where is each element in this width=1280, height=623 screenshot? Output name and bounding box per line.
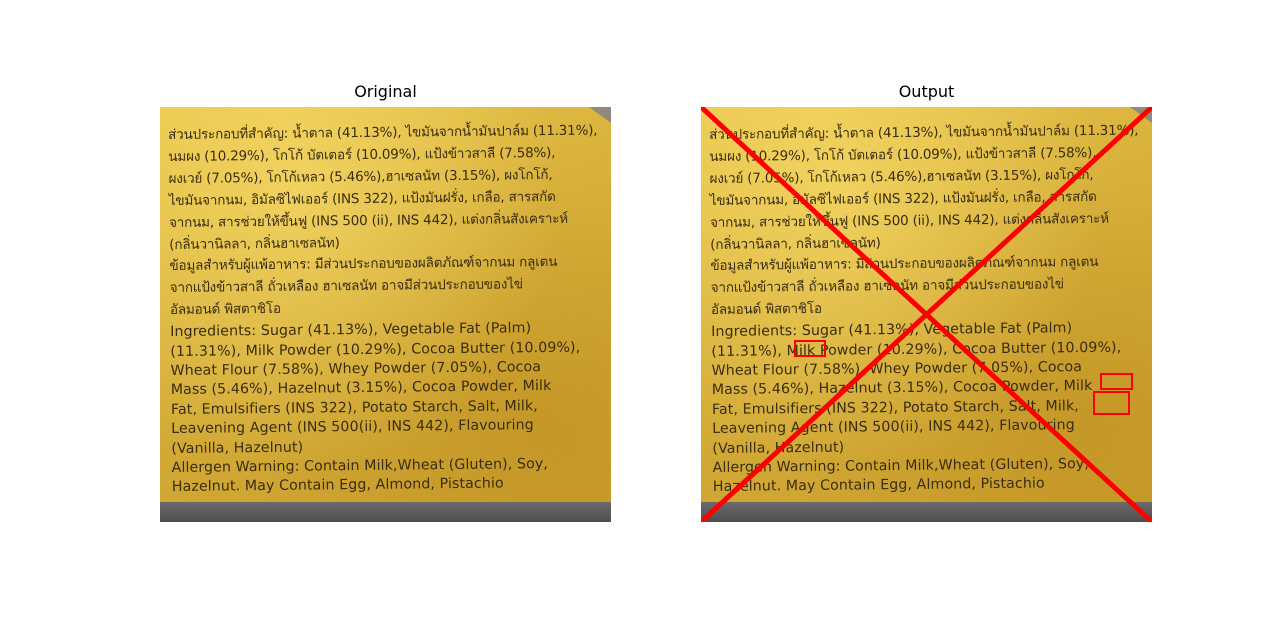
- output-label-image: ส่วนประกอบที่สำคัญ: น้ำตาล (41.13%), ไขม…: [701, 107, 1152, 522]
- output-panel-title: Output: [898, 82, 955, 101]
- thai-line: จากนม, สารช่วยให้ขึ้นฟู (INS 500 (ii), I…: [709, 210, 1110, 231]
- thai-line: อัลมอนด์ พิสตาชิโอ: [710, 301, 822, 319]
- thai-line: อัลมอนด์ พิสตาชิโอ: [169, 301, 281, 319]
- bottom-shadow: [701, 502, 1152, 522]
- original-text-block: ส่วนประกอบที่สำคัญ: น้ำตาล (41.13%), ไขม…: [168, 120, 611, 497]
- output-text-block: ส่วนประกอบที่สำคัญ: น้ำตาล (41.13%), ไขม…: [709, 120, 1152, 497]
- bottom-shadow: [160, 502, 611, 522]
- original-label-image: ส่วนประกอบที่สำคัญ: น้ำตาล (41.13%), ไขม…: [160, 107, 611, 522]
- thai-line: จากนม, สารช่วยให้ขึ้นฟู (INS 500 (ii), I…: [168, 210, 569, 231]
- english-line: Hazelnut. May Contain Egg, Almond, Pista…: [712, 475, 1045, 496]
- original-panel-title: Original: [354, 82, 417, 101]
- english-line: Hazelnut. May Contain Egg, Almond, Pista…: [171, 475, 504, 496]
